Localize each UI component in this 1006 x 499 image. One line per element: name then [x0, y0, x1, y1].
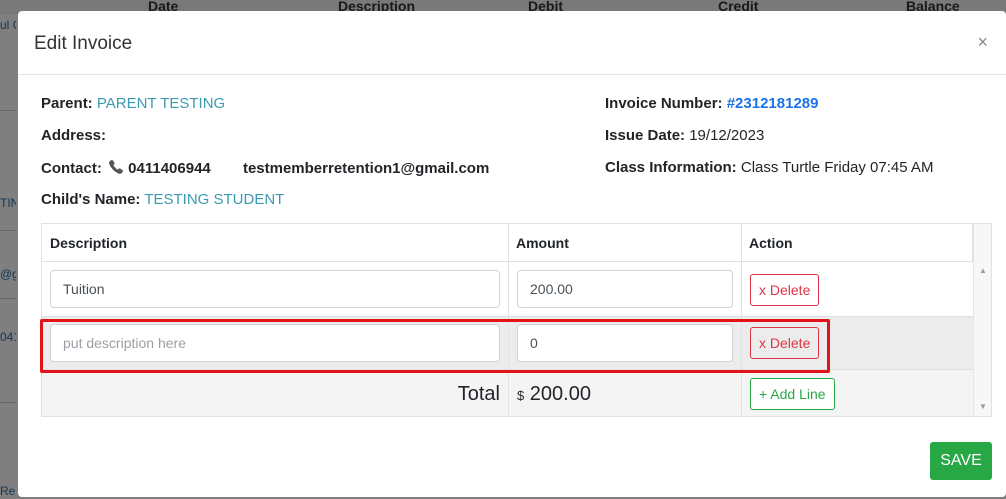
- header-action: Action: [749, 235, 793, 251]
- child-label: Child's Name:: [41, 191, 141, 208]
- parent-link[interactable]: PARENT TESTING: [97, 95, 225, 112]
- modal-header: Edit Invoice ×: [18, 11, 1006, 75]
- scroll-down-icon[interactable]: ▼: [979, 402, 987, 411]
- contact-phone: 0411406944: [128, 160, 211, 177]
- invoice-number-link[interactable]: #2312181289: [727, 95, 819, 112]
- child-info: Child's Name: TESTING STUDENT: [41, 191, 284, 208]
- contact-info: Contact: 0411406944 testmemberretention1…: [41, 159, 489, 179]
- modal-title: Edit Invoice: [34, 33, 133, 54]
- description-input[interactable]: Tuition: [50, 270, 500, 308]
- save-button[interactable]: SAVE: [930, 442, 992, 480]
- amount-input[interactable]: 200.00: [517, 270, 733, 308]
- address-label: Address:: [41, 127, 107, 144]
- total-label: Total: [457, 383, 500, 405]
- header-amount: Amount: [516, 235, 569, 251]
- contact-label: Contact:: [41, 160, 102, 177]
- issue-date-info: Issue Date: 19/12/2023: [605, 127, 764, 144]
- currency-symbol: $: [517, 388, 525, 403]
- add-line-button[interactable]: + Add Line: [750, 378, 835, 410]
- parent-info: Parent: PARENT TESTING: [41, 95, 225, 112]
- invoice-number-info: Invoice Number: #2312181289: [605, 95, 818, 112]
- issue-date-label: Issue Date:: [605, 127, 686, 144]
- issue-date-value: 19/12/2023: [689, 127, 765, 144]
- delete-button[interactable]: x Delete: [750, 274, 820, 306]
- invoice-number-label: Invoice Number:: [605, 95, 723, 112]
- total-amount: $ 200.00: [517, 370, 591, 416]
- scroll-up-icon[interactable]: ▲: [979, 266, 987, 275]
- contact-email: testmemberretention1@gmail.com: [242, 160, 490, 177]
- edit-invoice-modal: Edit Invoice × Parent: PARENT TESTING Ad…: [18, 11, 1006, 497]
- close-icon[interactable]: ×: [977, 33, 988, 51]
- child-link[interactable]: TESTING STUDENT: [144, 191, 284, 208]
- address-info: Address:: [41, 127, 106, 144]
- class-info-value: Class Turtle Friday 07:45 AM: [740, 159, 934, 176]
- header-description: Description: [50, 235, 128, 251]
- parent-label: Parent:: [41, 95, 93, 112]
- total-value: 200.00: [529, 383, 591, 405]
- phone-icon: [108, 159, 124, 179]
- highlight-box: [40, 319, 830, 373]
- table-scrollbar[interactable]: ▲ ▼: [973, 224, 991, 416]
- class-info-label: Class Information:: [605, 159, 737, 176]
- class-info: Class Information: Class Turtle Friday 0…: [605, 159, 933, 176]
